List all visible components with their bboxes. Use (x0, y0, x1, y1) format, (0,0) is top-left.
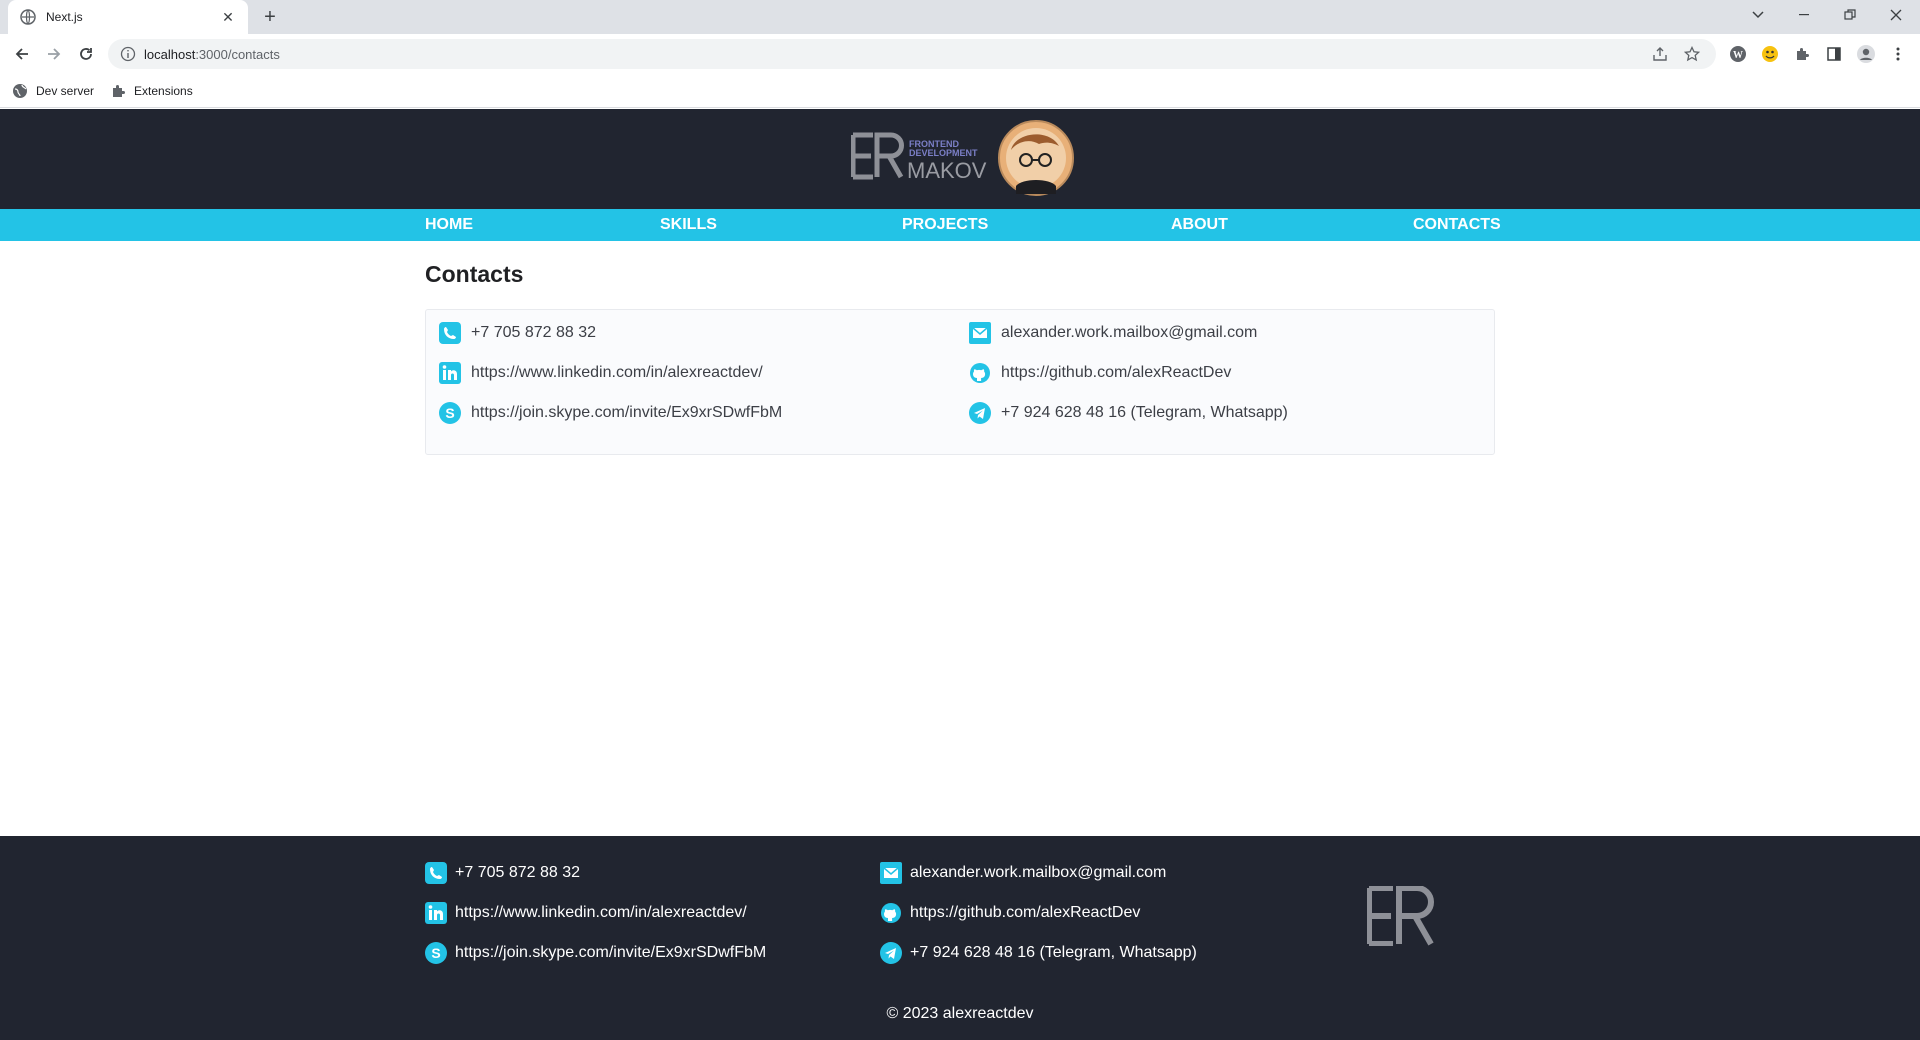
address-bar[interactable]: localhost:3000/contacts (108, 39, 1716, 69)
bookmark-extensions[interactable]: Extensions (110, 83, 193, 99)
telegram-icon (880, 942, 902, 964)
telegram-icon (969, 402, 991, 424)
main-nav: HOME SKILLS PROJECTS ABOUT CONTACTS (0, 209, 1920, 241)
footer-contact-text: https://www.linkedin.com/in/alexreactdev… (455, 904, 747, 921)
arrow-left-icon (15, 48, 28, 60)
footer-logo[interactable] (1366, 885, 1447, 947)
logo-graphic: FRONTEND DEVELOPMENT MAKOV (850, 120, 1074, 196)
browser-tab-strip: Next.js ✕ + (0, 0, 1920, 34)
contact-email[interactable]: alexander.work.mailbox@gmail.com (969, 321, 1257, 345)
svg-text:S: S (431, 945, 440, 961)
minimize-icon[interactable] (1782, 0, 1826, 30)
avatar (998, 120, 1074, 196)
puzzle-icon (110, 83, 126, 99)
footer-contact-phone[interactable]: +7 705 872 88 32 (425, 861, 580, 885)
url-path: :3000/contacts (195, 46, 280, 62)
footer-contact-email[interactable]: alexander.work.mailbox@gmail.com (880, 861, 1166, 885)
skype-icon: S (425, 942, 447, 964)
footer-logo-graphic (1366, 885, 1434, 947)
forward-button[interactable] (42, 42, 66, 66)
emoji-extension-icon[interactable] (1758, 42, 1782, 66)
extensions-puzzle-icon[interactable] (1790, 42, 1814, 66)
profile-avatar-icon[interactable] (1854, 42, 1878, 66)
bookmark-dev-server[interactable]: Dev server (12, 83, 94, 99)
menu-kebab-icon[interactable] (1886, 42, 1910, 66)
contact-telegram[interactable]: +7 924 628 48 16 (Telegram, Whatsapp) (969, 401, 1288, 425)
back-button[interactable] (10, 42, 34, 66)
nav-contacts[interactable]: CONTACTS (1413, 209, 1501, 241)
url-host: localhost (144, 46, 196, 62)
footer-contact-text: https://join.skype.com/invite/Ex9xrSDwfF… (455, 944, 767, 961)
bookmark-star-icon[interactable] (1680, 42, 1704, 66)
phone-icon (425, 862, 447, 884)
close-tab-icon[interactable]: ✕ (220, 9, 236, 25)
contact-linkedin[interactable]: https://www.linkedin.com/in/alexreactdev… (439, 361, 763, 385)
contacts-card: +7 705 872 88 32 https://www.linkedin.co… (425, 309, 1495, 455)
linkedin-icon (439, 362, 461, 384)
svg-text:S: S (445, 405, 454, 421)
new-tab-button[interactable]: + (258, 5, 282, 29)
github-icon (880, 902, 902, 924)
page-title: Contacts (425, 261, 524, 287)
nav-projects[interactable]: PROJECTS (902, 209, 988, 241)
site-footer: +7 705 872 88 32 https://www.linkedin.co… (0, 836, 1920, 1040)
bookmark-label: Dev server (36, 83, 95, 98)
arrow-right-icon (48, 48, 61, 60)
page: FRONTEND DEVELOPMENT MAKOV HOME SKILLS P… (0, 109, 1920, 1040)
close-window-icon[interactable] (1874, 0, 1918, 30)
contact-text: +7 924 628 48 16 (Telegram, Whatsapp) (1001, 404, 1288, 421)
contact-text: +7 705 872 88 32 (471, 324, 597, 341)
svg-text:W: W (1733, 50, 1743, 61)
contact-text: https://github.com/alexReactDev (1001, 364, 1232, 381)
reload-button[interactable] (74, 42, 98, 66)
site-info-icon[interactable] (120, 46, 136, 62)
bookmarks-bar: Dev server Extensions (0, 74, 1920, 108)
skype-icon: S (439, 402, 461, 424)
globe-icon (12, 83, 28, 99)
footer-contact-text: alexander.work.mailbox@gmail.com (910, 864, 1167, 881)
restore-icon[interactable] (1828, 0, 1872, 30)
footer-contact-text: https://github.com/alexReactDev (910, 904, 1141, 921)
mail-icon (969, 322, 991, 344)
nav-about[interactable]: ABOUT (1171, 209, 1228, 241)
site-header: FRONTEND DEVELOPMENT MAKOV (0, 109, 1920, 209)
footer-contact-text: +7 924 628 48 16 (Telegram, Whatsapp) (910, 944, 1197, 961)
tab-search-icon[interactable] (1736, 0, 1780, 30)
site-logo[interactable]: FRONTEND DEVELOPMENT MAKOV (850, 120, 1075, 200)
contact-github[interactable]: https://github.com/alexReactDev (969, 361, 1231, 385)
contact-skype[interactable]: S https://join.skype.com/invite/Ex9xrSDw… (439, 401, 782, 425)
share-icon[interactable] (1648, 42, 1672, 66)
reload-icon (80, 48, 92, 60)
browser-tab[interactable]: Next.js ✕ (8, 0, 248, 34)
mail-icon (880, 862, 902, 884)
nav-home[interactable]: HOME (425, 209, 473, 241)
footer-contact-skype[interactable]: S https://join.skype.com/invite/Ex9xrSDw… (425, 941, 766, 965)
contact-text: https://www.linkedin.com/in/alexreactdev… (471, 364, 763, 381)
url-text: localhost:3000/contacts (144, 47, 1640, 62)
phone-icon (439, 322, 461, 344)
contact-text: https://join.skype.com/invite/Ex9xrSDwfF… (471, 404, 783, 421)
browser-toolbar: localhost:3000/contacts W (0, 34, 1920, 74)
footer-contact-github[interactable]: https://github.com/alexReactDev (880, 901, 1140, 925)
wordpress-extension-icon[interactable]: W (1726, 42, 1750, 66)
footer-contact-text: +7 705 872 88 32 (455, 864, 581, 881)
nav-skills[interactable]: SKILLS (660, 209, 717, 241)
contact-text: alexander.work.mailbox@gmail.com (1001, 324, 1258, 341)
linkedin-icon (425, 902, 447, 924)
github-icon (969, 362, 991, 384)
footer-contact-telegram[interactable]: +7 924 628 48 16 (Telegram, Whatsapp) (880, 941, 1197, 965)
tab-title: Next.js (46, 10, 83, 24)
globe-icon (20, 9, 36, 25)
bookmark-label: Extensions (134, 83, 193, 98)
copyright: © 2023 alexreactdev (886, 1005, 1034, 1022)
contact-phone[interactable]: +7 705 872 88 32 (439, 321, 596, 345)
logo-name: MAKOV (907, 158, 987, 183)
side-panel-icon[interactable] (1822, 42, 1846, 66)
footer-contact-linkedin[interactable]: https://www.linkedin.com/in/alexreactdev… (425, 901, 747, 925)
logo-line-2: DEVELOPMENT (909, 148, 978, 158)
